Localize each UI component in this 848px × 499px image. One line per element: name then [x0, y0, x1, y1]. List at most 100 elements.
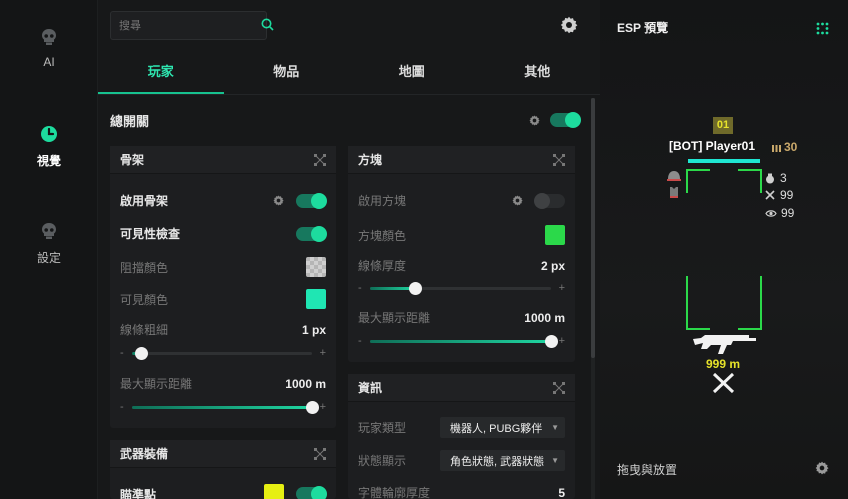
visibility-check-toggle[interactable] [296, 225, 327, 242]
nav-item-visual[interactable]: 視覺 [0, 124, 98, 169]
sidebar: AI 視覺 設定 [0, 0, 98, 499]
slider-knob[interactable] [408, 281, 422, 295]
gear-icon[interactable] [815, 461, 829, 475]
blocked-color-swatch[interactable] [306, 257, 326, 277]
cross-icon [765, 190, 775, 200]
ammo-group: 30 [772, 140, 797, 154]
search-icon[interactable] [261, 18, 274, 34]
scrollbar-thumb[interactable] [591, 98, 595, 358]
visible-color-swatch[interactable] [306, 289, 326, 309]
tab-players[interactable]: 玩家 [98, 52, 224, 94]
crosshair-toggle[interactable] [296, 486, 327, 499]
box-max-distance-row: 最大顯示距離 1000 m [358, 309, 565, 326]
increase-icon[interactable]: + [559, 282, 565, 294]
stat3-value: 99 [781, 206, 795, 220]
slider-knob[interactable] [305, 400, 319, 414]
panel-title: 武器裝備 [120, 447, 169, 461]
max-distance-label: 最大顯示距離 [120, 377, 193, 391]
helmet-icon [667, 171, 681, 181]
stat3: 99 [765, 206, 794, 220]
tab-items[interactable]: 物品 [224, 52, 350, 94]
master-switch-label: 總開關 [110, 113, 150, 129]
box-color-label: 方塊顏色 [358, 228, 407, 243]
line-width-slider[interactable]: - + [120, 346, 326, 360]
grid-dots-icon[interactable] [816, 22, 829, 35]
crosshair-color-swatch[interactable] [264, 484, 284, 499]
nav-item-ai[interactable]: AI [0, 27, 98, 69]
health-bar [688, 159, 760, 163]
player-type-select[interactable]: 機器人, PUBG夥伴 ▼ [440, 417, 565, 438]
box-max-distance-label: 最大顯示距離 [358, 311, 431, 325]
decrease-icon[interactable]: - [358, 282, 362, 294]
line-width-row: 線條粗細 1 px [120, 321, 326, 338]
category-tabs: 玩家 物品 地圖 其他 [98, 52, 600, 95]
scrollbar[interactable] [591, 98, 595, 499]
drag-drop-label: 拖曳與放置 [617, 463, 678, 477]
slider-knob[interactable] [544, 334, 558, 348]
player-type-value: 機器人, PUBG夥伴 [450, 422, 543, 435]
enable-skeleton-toggle[interactable] [296, 192, 327, 209]
font-outline-row: 字體輪廓厚度 5 [358, 484, 565, 499]
master-toggle[interactable] [550, 112, 581, 128]
status-value: 角色狀態, 武器狀態 [450, 455, 545, 468]
search-input[interactable] [119, 19, 261, 32]
box-panel-header: 方塊 [348, 146, 575, 174]
enable-skeleton-label: 啟用骨架 [120, 194, 169, 208]
gear-icon[interactable] [273, 195, 284, 206]
skeleton-panel: 骨架 啟用骨架 可見性檢查 阻擋顏色 可見顏色 線條粗細 1 px - + 最大… [110, 146, 336, 428]
blocked-color-label: 阻擋顏色 [120, 260, 169, 275]
search-box[interactable] [110, 11, 274, 40]
player-type-label: 玩家類型 [358, 421, 407, 435]
decrease-icon[interactable]: - [120, 347, 124, 359]
rifle-icon [693, 335, 756, 354]
team-badge: 01 [713, 117, 733, 134]
kills-value: 3 [780, 171, 787, 185]
esp-box [686, 169, 762, 330]
player-type-row: 玩家類型 機器人, PUBG夥伴 ▼ [358, 417, 565, 438]
thickness-slider[interactable]: - + [358, 281, 565, 295]
info-panel: 資訊 玩家類型 機器人, PUBG夥伴 ▼ 狀態顯示 角色狀態, 武器狀態 ▼ … [348, 374, 575, 499]
line-width-label: 線條粗細 [120, 323, 169, 337]
box-max-distance-slider[interactable]: - + [358, 334, 565, 348]
crosshair-row: 瞄準點 [120, 484, 327, 499]
nav-item-settings[interactable]: 設定 [0, 221, 98, 266]
weapon-panel-header: 武器裝備 [110, 440, 336, 468]
caret-down-icon: ▼ [551, 423, 559, 432]
increase-icon[interactable]: + [320, 401, 326, 413]
drag-handle-icon[interactable] [314, 153, 326, 166]
gear-icon[interactable] [512, 195, 523, 206]
increase-icon[interactable]: + [559, 335, 565, 347]
skull-icon [39, 27, 59, 47]
blocked-color-row: 阻擋顏色 [120, 257, 326, 277]
max-distance-slider[interactable]: - + [120, 400, 326, 414]
status-label: 狀態顯示 [358, 454, 407, 468]
enable-box-toggle[interactable] [534, 192, 565, 209]
decrease-icon[interactable]: - [120, 401, 124, 413]
ammo-icon [772, 144, 781, 152]
stat2-value: 99 [780, 188, 794, 202]
visible-color-row: 可見顏色 [120, 289, 326, 309]
settings-main: 玩家 物品 地圖 其他 總開關 骨架 啟用骨架 [98, 0, 600, 499]
drag-handle-icon[interactable] [553, 381, 565, 394]
slider-knob[interactable] [134, 346, 148, 360]
drag-handle-icon[interactable] [553, 153, 565, 166]
thickness-label: 線條厚度 [358, 259, 407, 273]
skeleton-panel-header: 骨架 [110, 146, 336, 174]
tab-other[interactable]: 其他 [475, 52, 601, 94]
distance-label: 999 m [706, 357, 741, 371]
nav-label-visual: 視覺 [36, 154, 61, 168]
tab-map[interactable]: 地圖 [349, 52, 475, 94]
increase-icon[interactable]: + [320, 347, 326, 359]
box-color-swatch[interactable] [545, 225, 565, 245]
gear-icon[interactable] [560, 16, 578, 34]
master-switch-row: 總開關 [110, 111, 581, 129]
status-select[interactable]: 角色狀態, 武器狀態 ▼ [440, 450, 565, 471]
drag-handle-icon[interactable] [314, 447, 326, 460]
vest-icon [670, 187, 678, 198]
font-outline-label: 字體輪廓厚度 [358, 486, 431, 499]
close-x-icon [712, 372, 735, 394]
panel-title: 資訊 [358, 381, 383, 395]
decrease-icon[interactable]: - [358, 335, 362, 347]
gear-icon[interactable] [529, 114, 540, 126]
box-max-distance-value: 1000 m [524, 310, 565, 325]
